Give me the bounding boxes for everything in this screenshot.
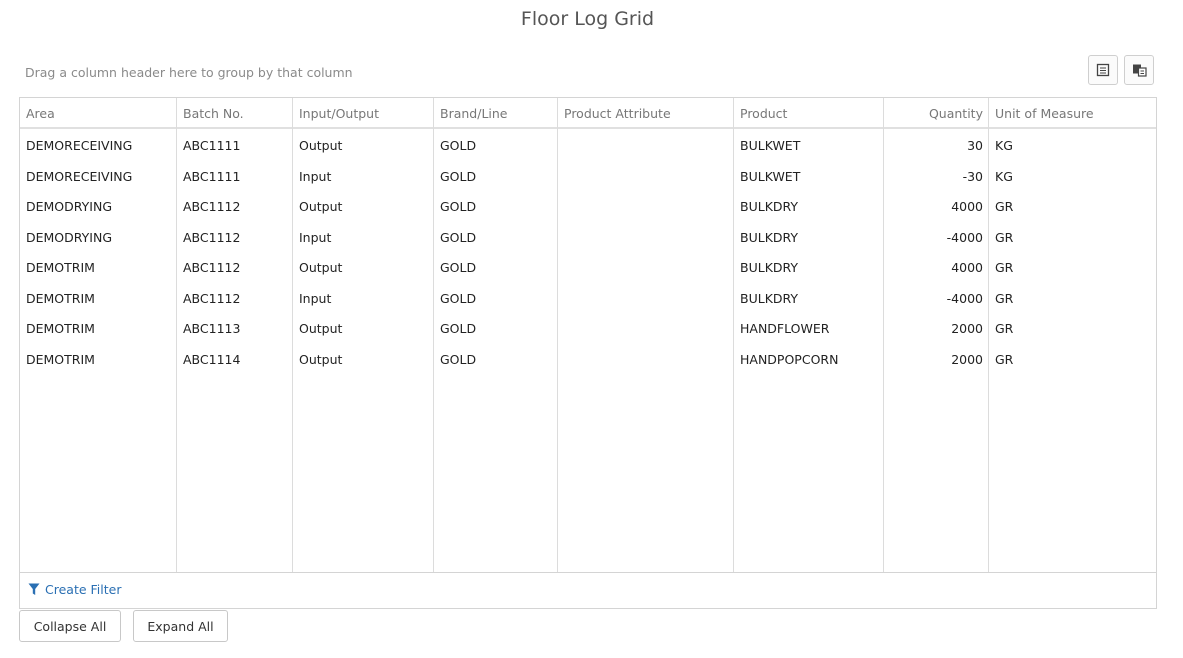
cell-input-output: Input xyxy=(299,229,332,245)
cell-product: BULKDRY xyxy=(740,260,799,275)
cell-unit-of-measure: GR xyxy=(995,199,1014,214)
cell-batch-no: ABC1114 xyxy=(183,351,241,367)
create-filter-label: Create Filter xyxy=(45,582,122,597)
page-title: Floor Log Grid xyxy=(520,8,655,30)
column-header-batch-no[interactable]: Batch No. xyxy=(177,98,293,127)
cell-quantity: -4000 xyxy=(946,229,983,245)
cell-quantity: 4000 xyxy=(951,260,983,275)
cell-quantity: -4000 xyxy=(946,290,983,306)
cell-product-attribute xyxy=(558,284,734,315)
cell-brand-line: GOLD xyxy=(440,321,477,336)
expand-all-button[interactable]: Expand All xyxy=(133,610,228,642)
column-header-product[interactable]: Product xyxy=(734,98,884,127)
cell-quantity: 2000 xyxy=(951,321,983,336)
cell-product: HANDPOPCORN xyxy=(740,351,839,367)
cell-batch-no: ABC1111 xyxy=(183,168,241,184)
cell-batch-no: ABC1112 xyxy=(183,290,241,306)
cell-quantity: 30 xyxy=(967,138,983,153)
floor-log-grid: Area Batch No. Input/Output Brand/Line P… xyxy=(19,97,1157,573)
column-header-product-attribute[interactable]: Product Attribute xyxy=(558,98,734,127)
cell-product-attribute xyxy=(558,131,734,162)
create-filter-link[interactable]: Create Filter xyxy=(28,582,121,597)
cell-brand-line: GOLD xyxy=(440,168,477,184)
table-row[interactable]: DEMODRYING ABC1112 Output GOLD BULKDRY 4… xyxy=(20,192,1156,223)
column-header-unit-of-measure[interactable]: Unit of Measure xyxy=(989,98,1156,127)
cell-input-output: Input xyxy=(299,168,332,184)
table-row[interactable]: DEMOTRIM ABC1113 Output GOLD HANDFLOWER … xyxy=(20,314,1156,345)
cell-batch-no: ABC1112 xyxy=(183,199,241,214)
cell-unit-of-measure: KG xyxy=(995,168,1013,184)
filter-bar: Create Filter xyxy=(19,572,1157,609)
cell-batch-no: ABC1113 xyxy=(183,321,241,336)
cell-product-attribute xyxy=(558,162,734,193)
collapse-all-button[interactable]: Collapse All xyxy=(19,610,121,642)
column-chooser-icon xyxy=(1133,64,1147,77)
cell-unit-of-measure: GR xyxy=(995,351,1014,367)
cell-quantity: -30 xyxy=(962,168,983,184)
column-header-quantity[interactable]: Quantity xyxy=(884,98,989,127)
cell-quantity: 4000 xyxy=(951,199,983,214)
cell-product-attribute xyxy=(558,192,734,223)
cell-batch-no: ABC1111 xyxy=(183,138,241,153)
cell-brand-line: GOLD xyxy=(440,290,477,306)
cell-brand-line: GOLD xyxy=(440,138,477,153)
cell-batch-no: ABC1112 xyxy=(183,260,241,275)
cell-product: BULKWET xyxy=(740,168,801,184)
cell-brand-line: GOLD xyxy=(440,351,477,367)
group-by-panel[interactable]: Drag a column header here to group by th… xyxy=(19,55,1157,93)
cell-product: BULKDRY xyxy=(740,290,799,306)
table-row[interactable]: DEMOTRIM ABC1112 Output GOLD BULKDRY 400… xyxy=(20,253,1156,284)
cell-quantity: 2000 xyxy=(951,351,983,367)
cell-unit-of-measure: KG xyxy=(995,138,1013,153)
cell-area: DEMORECEIVING xyxy=(26,138,133,153)
table-row[interactable]: DEMORECEIVING ABC1111 Output GOLD BULKWE… xyxy=(20,131,1156,162)
column-header-input-output[interactable]: Input/Output xyxy=(293,98,434,127)
cell-product: BULKDRY xyxy=(740,199,799,214)
cell-unit-of-measure: GR xyxy=(995,321,1014,336)
cell-input-output: Input xyxy=(299,290,332,306)
cell-input-output: Output xyxy=(299,260,343,275)
export-csv-button[interactable] xyxy=(1088,55,1118,85)
cell-area: DEMODRYING xyxy=(26,229,113,245)
cell-unit-of-measure: GR xyxy=(995,290,1014,306)
cell-unit-of-measure: GR xyxy=(995,260,1014,275)
group-by-hint: Drag a column header here to group by th… xyxy=(25,65,353,80)
cell-input-output: Output xyxy=(299,199,343,214)
table-row[interactable]: DEMOTRIM ABC1114 Output GOLD HANDPOPCORN… xyxy=(20,345,1156,376)
cell-area: DEMOTRIM xyxy=(26,290,95,306)
cell-area: DEMOTRIM xyxy=(26,321,95,336)
cell-input-output: Output xyxy=(299,321,343,336)
cell-input-output: Output xyxy=(299,351,343,367)
cell-brand-line: GOLD xyxy=(440,199,477,214)
cell-area: DEMOTRIM xyxy=(26,260,95,275)
cell-area: DEMODRYING xyxy=(26,199,113,214)
cell-product-attribute xyxy=(558,253,734,284)
cell-brand-line: GOLD xyxy=(440,229,477,245)
grid-body: DEMORECEIVING ABC1111 Output GOLD BULKWE… xyxy=(20,131,1156,375)
cell-product-attribute xyxy=(558,345,734,376)
funnel-icon xyxy=(28,583,40,595)
cell-area: DEMORECEIVING xyxy=(26,168,133,184)
export-csv-icon xyxy=(1096,63,1110,77)
cell-product: HANDFLOWER xyxy=(740,321,830,336)
cell-product-attribute xyxy=(558,314,734,345)
grid-header: Area Batch No. Input/Output Brand/Line P… xyxy=(20,98,1156,129)
column-header-brand-line[interactable]: Brand/Line xyxy=(434,98,558,127)
column-header-area[interactable]: Area xyxy=(20,98,177,127)
cell-product: BULKWET xyxy=(740,138,801,153)
column-chooser-button[interactable] xyxy=(1124,55,1154,85)
table-row[interactable]: DEMODRYING ABC1112 Input GOLD BULKDRY -4… xyxy=(20,223,1156,254)
cell-brand-line: GOLD xyxy=(440,260,477,275)
floor-log-page: Floor Log Grid Drag a column header here… xyxy=(0,0,1183,658)
cell-product-attribute xyxy=(558,223,734,254)
cell-area: DEMOTRIM xyxy=(26,351,95,367)
cell-product: BULKDRY xyxy=(740,229,799,245)
cell-input-output: Output xyxy=(299,138,343,153)
table-row[interactable]: DEMOTRIM ABC1112 Input GOLD BULKDRY -400… xyxy=(20,284,1156,315)
table-row[interactable]: DEMORECEIVING ABC1111 Input GOLD BULKWET… xyxy=(20,162,1156,193)
cell-unit-of-measure: GR xyxy=(995,229,1014,245)
cell-batch-no: ABC1112 xyxy=(183,229,241,245)
